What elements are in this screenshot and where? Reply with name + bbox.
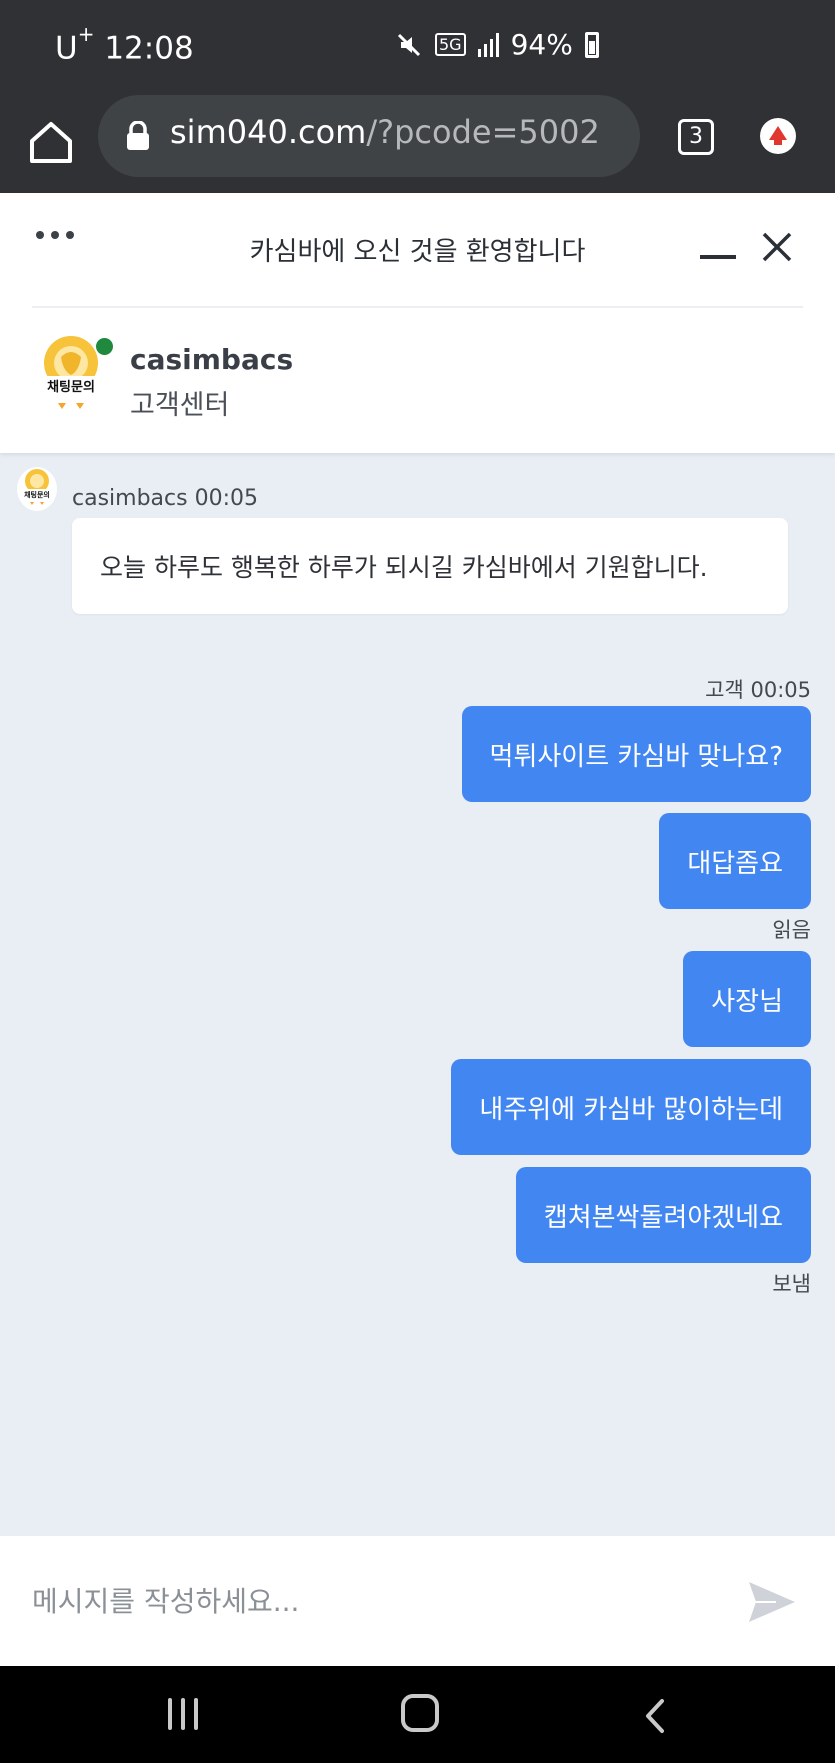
lock-icon [127, 121, 149, 150]
minimize-icon[interactable] [700, 255, 736, 259]
chat-header: 카심바에 오신 것을 환영합니다 채팅문의 casimbacs 고객센터 [0, 193, 835, 453]
close-icon[interactable] [761, 231, 793, 263]
system-navigation-bar [0, 1666, 835, 1763]
incoming-message-meta: casimbacs 00:05 [72, 486, 258, 511]
avatar-text: 채팅문의 [47, 379, 95, 395]
browser-toolbar: sim040.com/?pcode=5002 3 [0, 95, 835, 193]
outgoing-message-bubble: 먹튀사이트 카심바 맞나요? [461, 706, 811, 802]
incoming-message-bubble: 오늘 하루도 행복한 하루가 되시길 카심바에서 기원합니다. [72, 518, 788, 614]
status-bar: U+ 12:08 5G 94% [0, 0, 835, 95]
url-text: sim040.com/?pcode=5002 [170, 113, 600, 151]
online-status-indicator [96, 338, 113, 355]
outgoing-message-bubble: 대답좀요 [659, 813, 811, 909]
mute-icon [397, 33, 421, 56]
header-divider [32, 306, 803, 308]
sent-status: 보냄 [772, 1272, 811, 1296]
network-type-icon: 5G [435, 33, 466, 56]
clock: 12:08 [104, 30, 194, 67]
svg-text:채팅문의: 채팅문의 [24, 490, 50, 499]
outgoing-message-bubble: 캡쳐본싹돌려야겠네요 [515, 1167, 811, 1263]
battery-icon [584, 31, 599, 58]
send-icon[interactable] [746, 1578, 798, 1626]
home-icon[interactable] [26, 117, 76, 167]
message-composer [0, 1536, 835, 1666]
message-input[interactable] [32, 1576, 692, 1626]
battery-level: 94% [510, 28, 573, 61]
outgoing-message-bubble: 내주위에 카심바 많이하는데 [451, 1059, 811, 1155]
read-receipt: 읽음 [772, 918, 811, 942]
chat-title: 카심바에 오신 것을 환영합니다 [249, 237, 586, 267]
status-icons: 5G 94% [395, 28, 599, 61]
back-icon[interactable] [640, 1698, 670, 1734]
address-bar[interactable]: sim040.com/?pcode=5002 [98, 95, 640, 177]
outgoing-message-meta: 고객 00:05 [705, 678, 811, 702]
recent-apps-icon[interactable] [168, 1698, 198, 1730]
agent-name: casimbacs [130, 343, 294, 376]
carrier-label: U+ 12:08 [55, 22, 194, 67]
outgoing-message-bubble: 사장님 [683, 951, 811, 1047]
tab-count-button[interactable]: 3 [678, 119, 714, 155]
signal-icon [477, 32, 499, 57]
home-nav-icon[interactable] [401, 1694, 439, 1732]
update-icon[interactable] [760, 118, 796, 154]
message-avatar: 채팅문의 [17, 467, 57, 511]
agent-subtitle: 고객센터 [130, 390, 230, 421]
